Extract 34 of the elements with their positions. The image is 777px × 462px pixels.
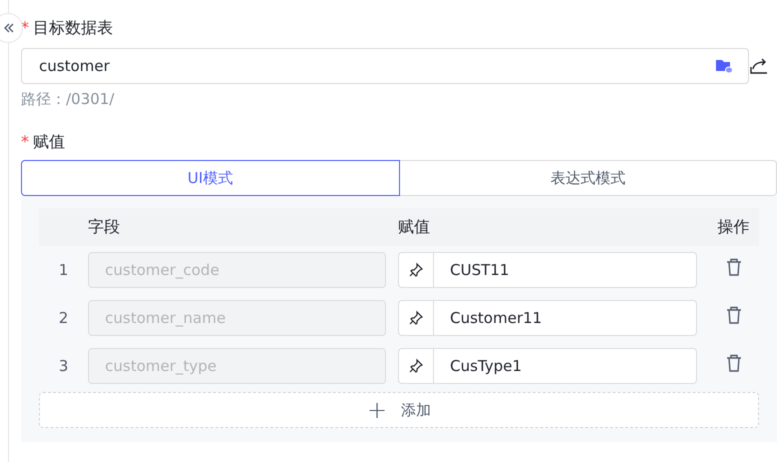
pin-button[interactable] bbox=[398, 252, 434, 288]
path-text: 路径：/0301/ bbox=[21, 88, 116, 110]
chevron-icon bbox=[2, 22, 14, 34]
delete-button[interactable] bbox=[726, 258, 742, 276]
delete-icon bbox=[726, 354, 742, 372]
table-select-field[interactable]: customer bbox=[21, 48, 749, 84]
field-label: 赋值 bbox=[33, 131, 65, 153]
share-button[interactable] bbox=[749, 56, 769, 74]
column-header: 操作 bbox=[718, 217, 750, 236]
pin-icon bbox=[408, 262, 424, 278]
value-input[interactable]: Customer11 bbox=[434, 300, 697, 336]
delete-button[interactable] bbox=[726, 306, 742, 324]
row-number: 2 bbox=[58, 308, 68, 327]
pin-icon bbox=[408, 310, 424, 326]
value-input[interactable]: CUST11 bbox=[434, 252, 697, 288]
pin-icon bbox=[408, 358, 424, 374]
collapse-button[interactable] bbox=[0, 13, 23, 43]
folder-icon bbox=[715, 58, 733, 74]
mode-tab[interactable]: UI模式 bbox=[21, 160, 400, 196]
row-number: 3 bbox=[58, 356, 68, 375]
share-icon bbox=[749, 56, 769, 74]
row-number: 1 bbox=[58, 260, 68, 279]
column-header: 字段 bbox=[88, 217, 120, 236]
value-input[interactable]: CusType1 bbox=[434, 348, 697, 384]
required-mark: * bbox=[21, 131, 29, 153]
column-header: 赋值 bbox=[398, 216, 430, 238]
mode-tab[interactable]: 表达式模式 bbox=[400, 160, 777, 196]
pin-button[interactable] bbox=[398, 300, 434, 336]
delete-icon bbox=[726, 306, 742, 324]
delete-button[interactable] bbox=[726, 354, 742, 372]
add-button[interactable]: + 添加 bbox=[39, 392, 759, 428]
pin-button[interactable] bbox=[398, 348, 434, 384]
delete-icon bbox=[726, 258, 742, 276]
field-label: 目标数据表 bbox=[33, 17, 113, 39]
